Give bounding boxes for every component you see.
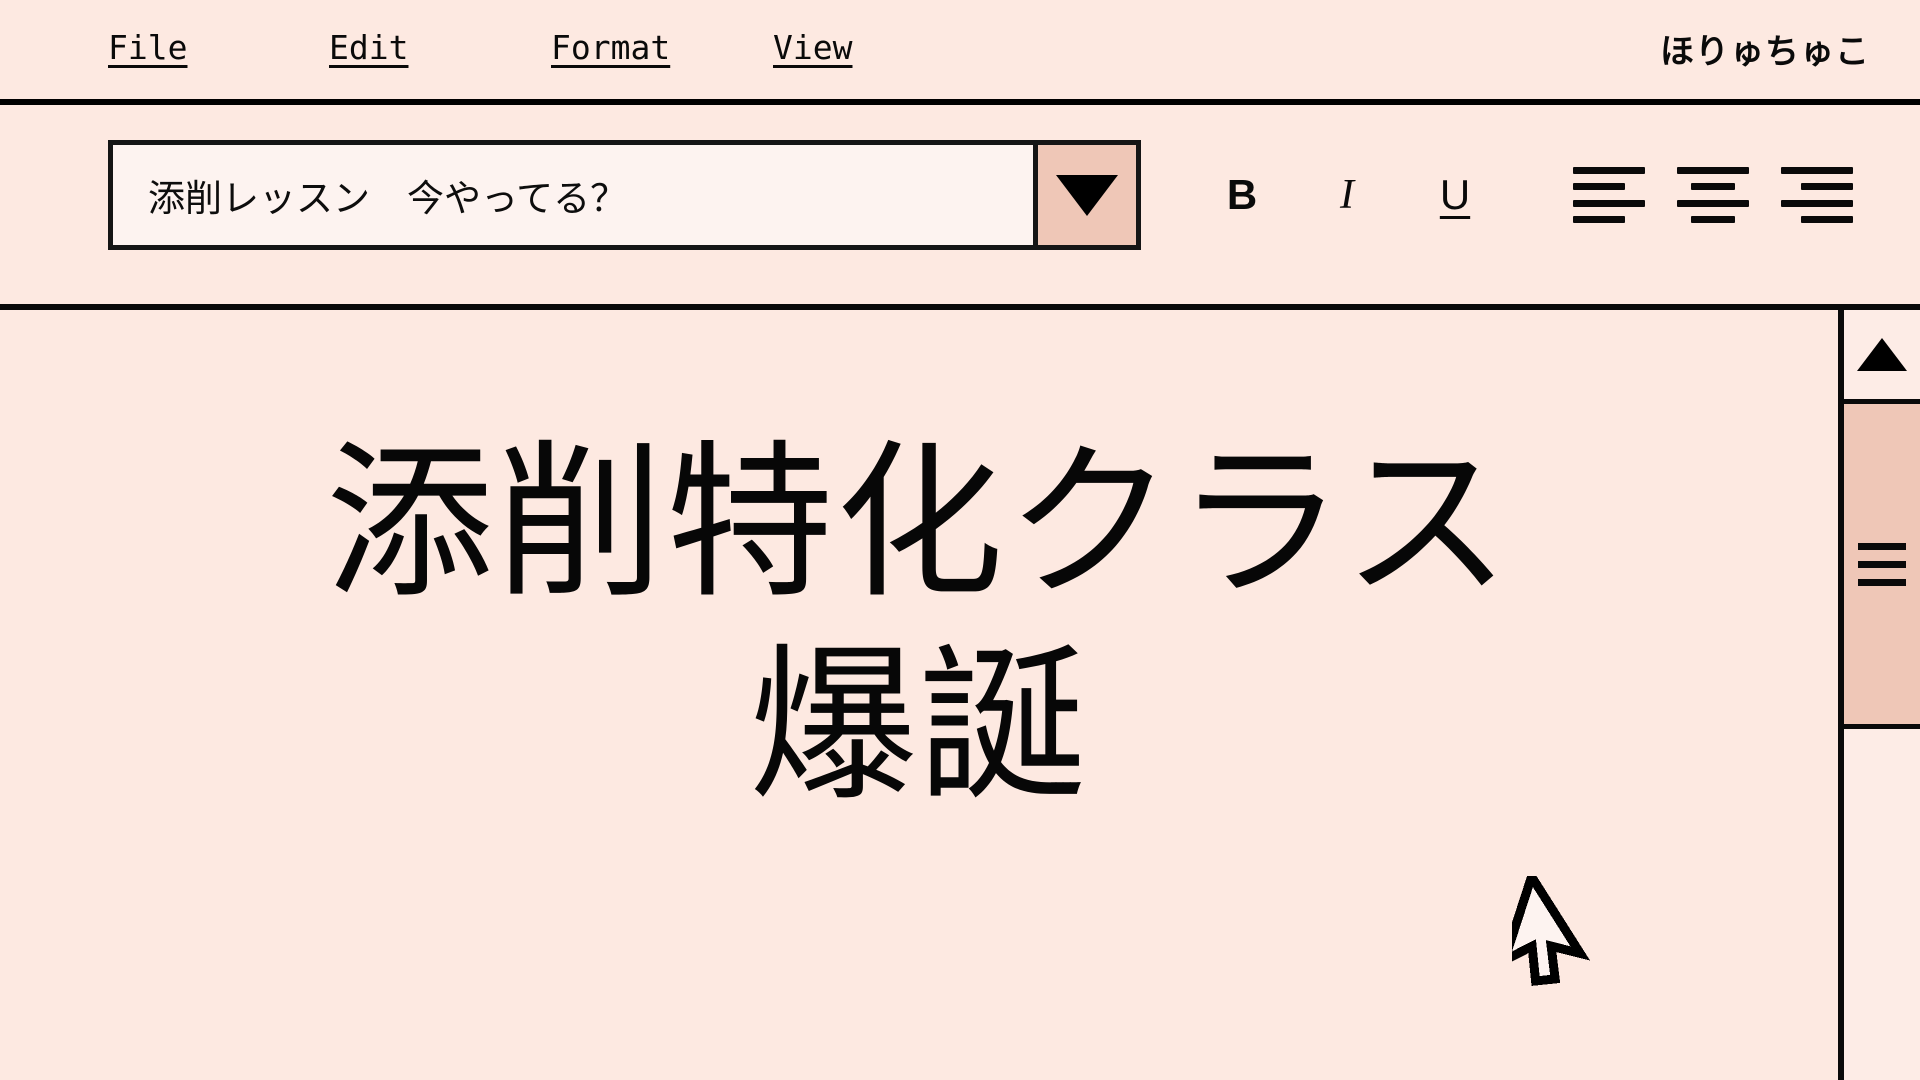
chevron-down-icon — [1056, 174, 1118, 216]
italic-button[interactable]: I — [1315, 163, 1379, 227]
scrollbar-thumb[interactable] — [1844, 404, 1920, 729]
vertical-scrollbar[interactable] — [1838, 310, 1920, 1080]
document-body-text: 添削特化クラス 爆誕 — [325, 429, 1513, 821]
triangle-up-icon — [1857, 338, 1907, 371]
align-center-icon-bar — [1677, 167, 1749, 174]
align-left-button[interactable] — [1573, 161, 1645, 229]
document-canvas[interactable]: 添削特化クラス 爆誕 — [0, 310, 1838, 1080]
align-left-icon-bar — [1573, 167, 1645, 174]
underline-button[interactable]: U — [1423, 163, 1487, 227]
align-right-icon-bar — [1781, 199, 1853, 207]
menu-item-edit[interactable]: Edit — [329, 28, 408, 67]
align-right-icon-bar — [1781, 167, 1853, 174]
menu-item-view[interactable]: View — [773, 28, 852, 67]
align-center-icon-bar — [1690, 183, 1736, 191]
align-center-button[interactable] — [1677, 161, 1749, 229]
menu-item-format[interactable]: Format — [551, 28, 670, 67]
align-right-icon-bar — [1801, 183, 1853, 191]
align-right-button[interactable] — [1781, 161, 1853, 229]
style-select[interactable]: 添削レッスン 今やってる？ — [108, 140, 1141, 250]
menu-item-file[interactable]: File — [108, 28, 187, 67]
scroll-up-button[interactable] — [1844, 310, 1920, 404]
grip-lines-icon — [1858, 542, 1906, 586]
align-left-icon-bar — [1573, 183, 1625, 191]
scrollbar-track[interactable] — [1844, 729, 1920, 1080]
user-name-label: ほりゅちゅこ — [1660, 33, 1870, 71]
align-center-icon-bar — [1677, 199, 1749, 207]
format-toolbar: 添削レッスン 今やってる？ B I U — [0, 105, 1920, 310]
app-window: File Edit Format View ほりゅちゅこ 添削レッスン 今やって… — [0, 0, 1920, 1080]
style-select-value: 添削レッスン 今やってる？ — [113, 145, 1033, 245]
bold-button[interactable]: B — [1210, 163, 1274, 227]
align-right-icon-bar — [1801, 215, 1853, 223]
align-left-icon-bar — [1573, 215, 1625, 223]
align-left-icon-bar — [1573, 199, 1645, 207]
style-select-arrow-button[interactable] — [1033, 145, 1136, 245]
menu-bar: File Edit Format View ほりゅちゅこ — [0, 0, 1920, 105]
align-center-icon-bar — [1690, 215, 1736, 223]
